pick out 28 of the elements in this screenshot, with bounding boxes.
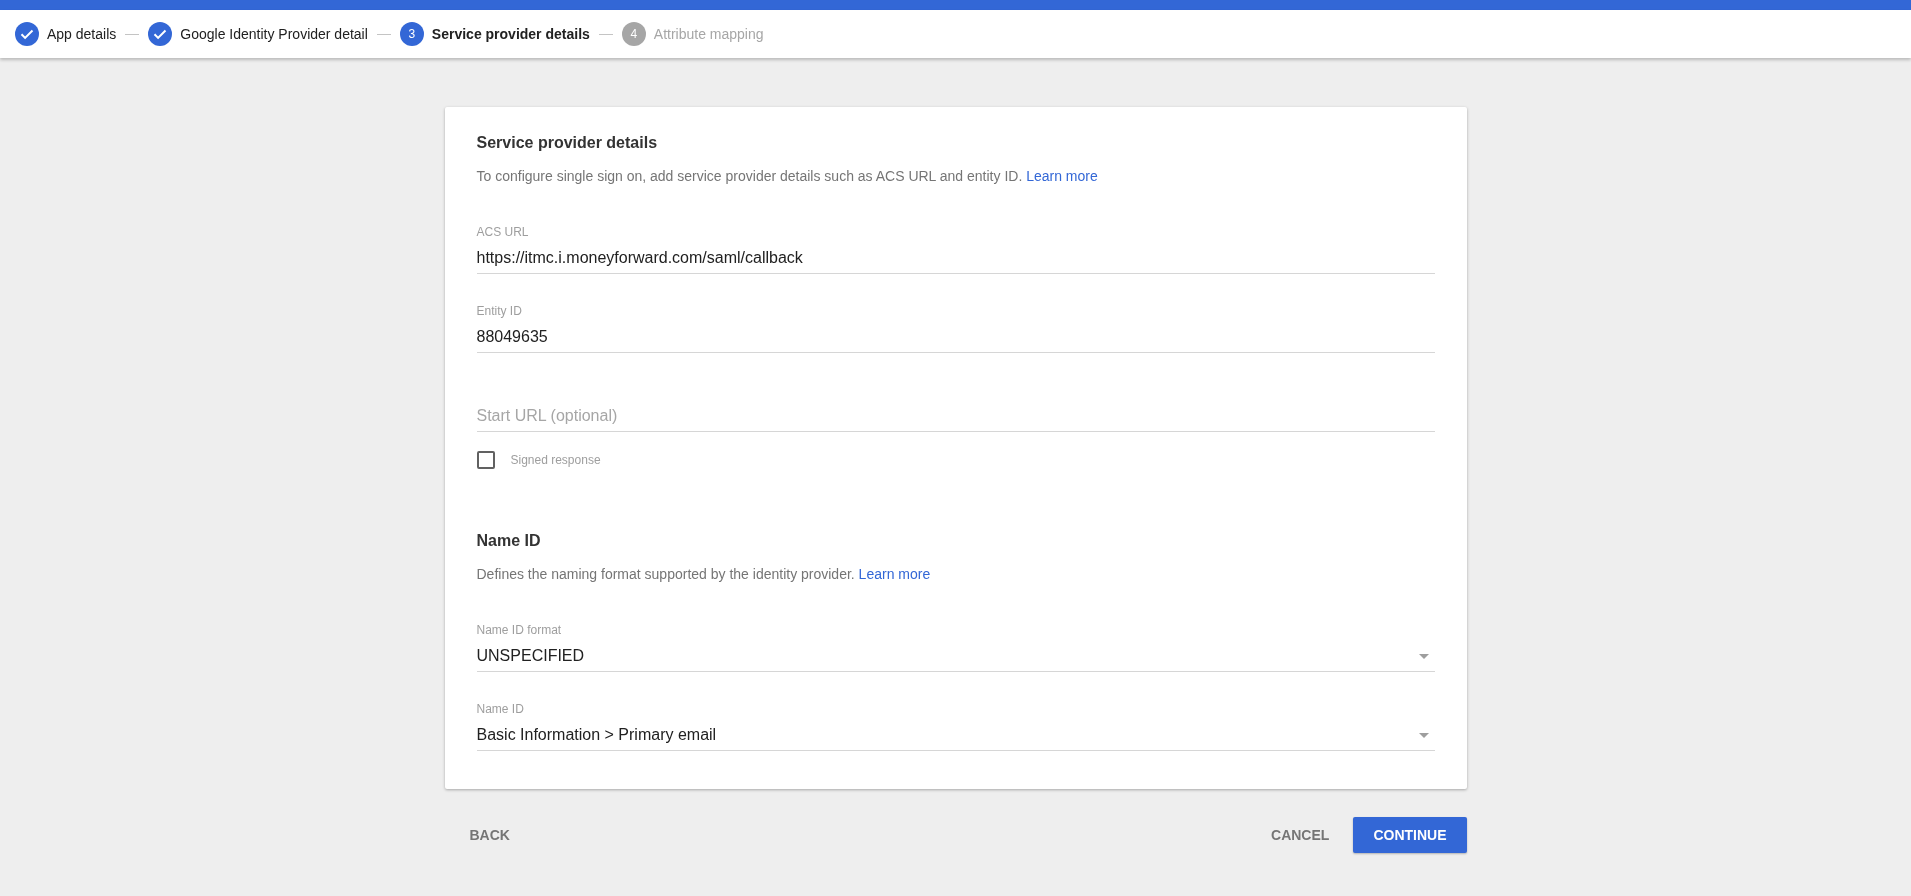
- field-label: Entity ID: [476, 303, 523, 319]
- field-label: Name ID: [476, 701, 525, 717]
- text-field[interactable]: https://itmc.i.moneyforward.com/saml/callback: [476, 246, 1435, 274]
- text-field[interactable]: Start URL (optional): [476, 404, 1435, 432]
- caret-icon: [1418, 732, 1429, 738]
- step-label: App details: [47, 25, 117, 44]
- learn-more-link[interactable]: Learn more: [1026, 168, 1098, 184]
- step-number: 4: [621, 22, 646, 46]
- section-title: Name ID: [476, 531, 542, 551]
- checkbox[interactable]: [476, 451, 495, 469]
- step-label: Service provider details: [431, 25, 590, 44]
- section-title: Service provider details: [476, 133, 659, 153]
- section-description: Defines the naming format supported by the identity provider. Learn more: [476, 565, 932, 584]
- caret-icon: [1418, 653, 1429, 659]
- learn-more-link[interactable]: Learn more: [858, 566, 931, 582]
- cancel-button[interactable]: CANCEL: [1255, 817, 1346, 853]
- step-label: Attribute mapping: [653, 25, 764, 44]
- step-number: 3: [399, 22, 424, 46]
- step-label: Google Identity Provider detail: [180, 25, 368, 44]
- field-label: ACS URL: [476, 224, 530, 240]
- dropdown-field[interactable]: UNSPECIFIED: [476, 644, 1435, 672]
- back-button[interactable]: BACK: [453, 817, 526, 853]
- text-field[interactable]: 88049635: [476, 325, 1435, 353]
- field-label: Name ID format: [476, 622, 563, 638]
- dropdown-field[interactable]: Basic Information > Primary email: [476, 723, 1435, 751]
- checkbox-label: Signed response: [510, 453, 601, 467]
- section-description: To configure single sign on, add service provider details such as ACS URL and entity ID. Learn more: [476, 167, 1099, 186]
- continue-button[interactable]: CONTINUE: [1353, 817, 1467, 853]
